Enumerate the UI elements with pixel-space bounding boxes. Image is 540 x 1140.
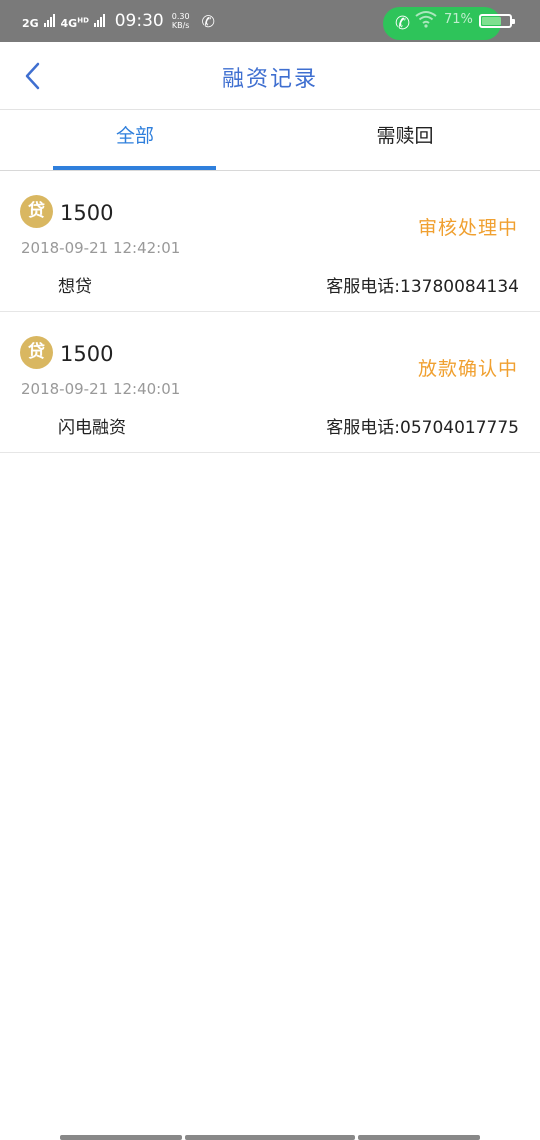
speed-unit: KB/s (171, 21, 190, 30)
record-amount: 1500 (60, 201, 114, 225)
tab-all[interactable]: 全部 (0, 110, 270, 170)
status-left: 2G 4GHD 09:30 0.30 KB/s ✆ (22, 8, 215, 34)
record-lender: 闪电融资 (58, 418, 126, 438)
network-4g-label: 4G (60, 17, 78, 30)
clock: 09:30 (114, 11, 164, 31)
gesture-bar-right[interactable] (358, 1135, 480, 1140)
phone-icon: ✆ (395, 13, 411, 34)
speed-value: 0.30 (171, 12, 190, 21)
loan-badge-icon: 贷 (20, 195, 53, 228)
record-service-phone[interactable]: 客服电话:05704017775 (326, 413, 519, 438)
record-status: 审核处理中 (417, 217, 518, 239)
signal-bars-icon (93, 13, 105, 27)
signal-bars-icon (43, 13, 55, 27)
loan-badge-icon: 贷 (20, 336, 53, 369)
page-title: 融资记录 (221, 67, 318, 92)
record-amount: 1500 (60, 342, 114, 366)
phone-icon: ✆ (201, 11, 215, 31)
network-2g-label: 2G (22, 17, 39, 30)
battery-percent: 71% (444, 12, 473, 27)
record-datetime: 2018-09-21 12:40:01 (21, 380, 181, 398)
record-service-phone[interactable]: 客服电话:13780084134 (326, 272, 519, 297)
tab-need-redeem[interactable]: 需赎回 (270, 110, 540, 170)
network-hd-label: HD (77, 16, 89, 25)
wifi-icon (415, 11, 437, 28)
list-item[interactable]: 贷 1500 审核处理中 2018-09-21 12:42:01 想贷 客服电话… (0, 171, 540, 312)
gesture-bar-left[interactable] (60, 1135, 182, 1140)
battery-icon (479, 14, 515, 28)
network-2g: 2G (22, 13, 55, 29)
record-lender: 想贷 (58, 277, 92, 297)
record-status: 放款确认中 (417, 358, 518, 380)
tab-bar: 全部 需赎回 (0, 110, 540, 171)
network-speed: 0.30 KB/s (172, 12, 190, 30)
list-item[interactable]: 贷 1500 放款确认中 2018-09-21 12:40:01 闪电融资 客服… (0, 312, 540, 453)
network-4g: 4GHD (61, 13, 105, 29)
record-datetime: 2018-09-21 12:42:01 (21, 239, 181, 257)
gesture-bar-center[interactable] (185, 1135, 355, 1140)
tab-active-indicator (53, 166, 216, 170)
record-list: 贷 1500 审核处理中 2018-09-21 12:42:01 想贷 客服电话… (0, 171, 540, 453)
nav-bar: 融资记录 (0, 42, 540, 110)
status-bar: 2G 4GHD 09:30 0.30 KB/s ✆ ✆ 71% (0, 0, 540, 42)
